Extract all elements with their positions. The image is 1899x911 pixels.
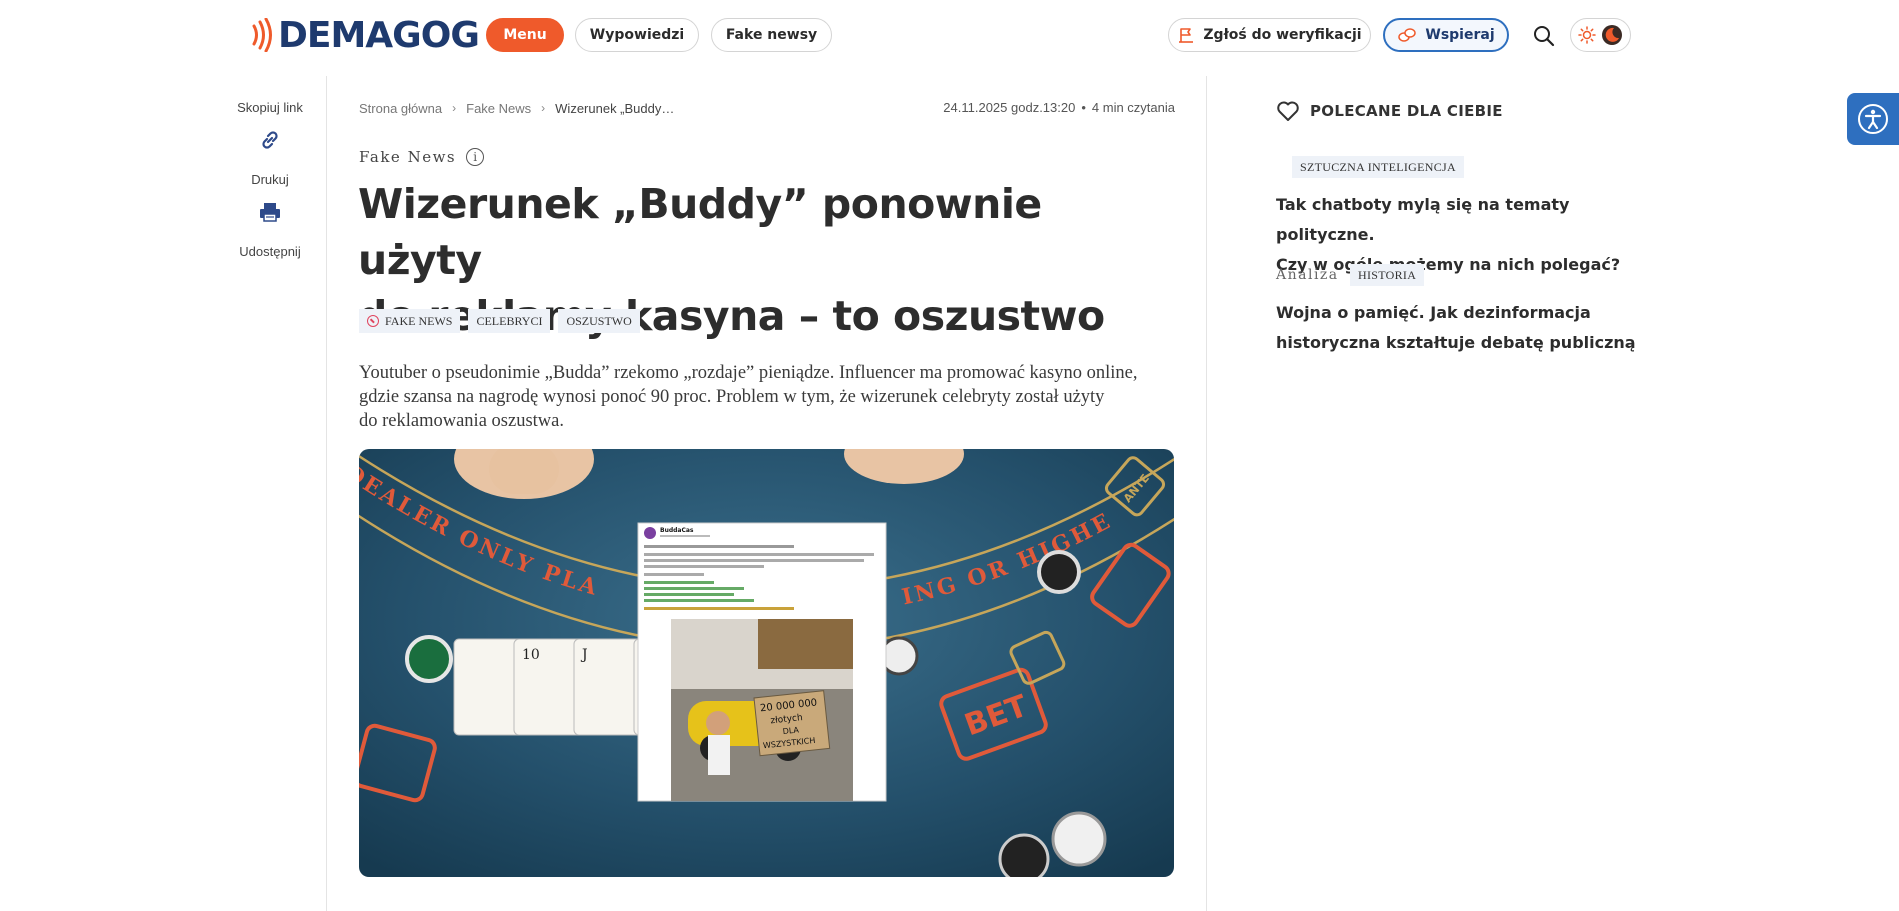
support-button[interactable]: Wspieraj: [1383, 18, 1509, 52]
share-label[interactable]: Udostępnij: [200, 244, 340, 259]
rec-title-line-2: historyczna kształtuje debatę publiczną: [1276, 333, 1636, 352]
link-icon: [262, 131, 278, 149]
rec-tag[interactable]: HISTORIA: [1350, 264, 1425, 286]
search-icon: [1534, 26, 1555, 47]
coins-icon: [1398, 28, 1417, 42]
lead-line-1: Youtuber o pseudonimie „Budda” rzekomo „…: [359, 363, 1138, 383]
svg-text:10: 10: [522, 647, 540, 663]
accessibility-button[interactable]: [1847, 93, 1899, 145]
print-button[interactable]: [256, 198, 284, 226]
search-button[interactable]: [1530, 22, 1558, 50]
breadcrumb-section[interactable]: Fake News: [466, 101, 531, 116]
read-time: 4 min czytania: [1091, 100, 1175, 115]
menu-button[interactable]: Menu: [486, 18, 564, 52]
copy-link-button[interactable]: [256, 126, 284, 154]
article-section: Fake News i: [359, 148, 485, 166]
breadcrumb: Strona główna › Fake News › Wizerunek „B…: [359, 100, 674, 116]
section-label[interactable]: Fake News: [359, 148, 456, 166]
report-button-label: Zgłoś do weryfikacji: [1203, 27, 1362, 43]
article-meta: 24.11.2025 godz.13:20 • 4 min czytania: [900, 100, 1175, 116]
lead-line-2: gdzie szansa na nagrodę wynosi ponoć 90 …: [359, 387, 1105, 407]
moon-icon[interactable]: [1601, 24, 1623, 46]
publish-date: 24.11.2025 godz.13:20: [943, 100, 1076, 115]
breadcrumb-home[interactable]: Strona główna: [359, 101, 442, 116]
rec-type: Analiza: [1276, 267, 1339, 283]
tag-fake-news[interactable]: FAKE NEWS: [359, 309, 461, 333]
recommended-heading: POLECANE DLA CIEBIE: [1276, 100, 1503, 122]
hero-image: DEALER ONLY PLA ING OR HIGHE 10 J Q BET: [359, 449, 1174, 877]
post-author: BuddaCas: [660, 527, 694, 534]
print-label[interactable]: Drukuj: [200, 172, 340, 187]
fake-news-icon: [367, 315, 379, 327]
rec-title-line-1: Wojna o pamięć. Jak dezinformacja: [1276, 303, 1591, 322]
recommended-heading-label: POLECANE DLA CIEBIE: [1310, 102, 1503, 120]
nav-fake-newsy[interactable]: Fake newsy: [711, 18, 832, 52]
sign-line-3: DLA: [782, 725, 800, 736]
info-icon[interactable]: i: [466, 148, 485, 166]
rec-title-line-1: Tak chatboty mylą się na tematy politycz…: [1276, 195, 1570, 244]
site-logo[interactable]: DEMAGOG: [250, 14, 480, 56]
svg-text:J: J: [580, 647, 588, 663]
theme-toggle[interactable]: [1570, 18, 1631, 52]
article-lead: Youtuber o pseudonimie „Budda” rzekomo „…: [359, 361, 1179, 433]
site-header: DEMAGOG Menu Wypowiedzi Fake newsy Zgłoś…: [0, 0, 1899, 70]
article-tags: FAKE NEWS CELEBRYCI OSZUSTWO: [359, 309, 640, 333]
lead-line-3: do reklamowania oszustwa.: [359, 411, 564, 431]
meta-separator: •: [1081, 100, 1086, 115]
scam-post-screenshot: BuddaCas 20 000 000 złotych DLA WSZYSTKI…: [637, 522, 887, 802]
chevron-right-icon: ›: [452, 101, 457, 115]
tag-label: FAKE NEWS: [385, 313, 453, 328]
logo-waves-icon: [252, 18, 272, 52]
left-divider: [326, 76, 327, 911]
report-button[interactable]: Zgłoś do weryfikacji: [1168, 18, 1371, 52]
accessibility-icon: [1858, 104, 1888, 134]
tag-celebryci[interactable]: CELEBRYCI: [468, 309, 551, 333]
support-button-label: Wspieraj: [1425, 27, 1495, 43]
tag-oszustwo[interactable]: OSZUSTWO: [558, 309, 640, 333]
rec-tag[interactable]: SZTUCZNA INTELIGENCJA: [1292, 156, 1464, 178]
breadcrumb-current: Wizerunek „Buddy…: [555, 100, 675, 116]
title-line-1: Wizerunek „Buddy” ponownie użyty: [358, 180, 1042, 284]
hero-illustration: DEALER ONLY PLA ING OR HIGHE 10 J Q BET: [359, 449, 1174, 877]
logo-text: DEMAGOG: [278, 14, 480, 56]
rec-item-title[interactable]: Wojna o pamięć. Jak dezinformacja histor…: [1276, 298, 1636, 358]
report-icon: [1179, 28, 1194, 43]
print-icon: [260, 203, 280, 222]
nav-wypowiedzi[interactable]: Wypowiedzi: [575, 18, 699, 52]
heart-icon: [1277, 101, 1299, 121]
copy-link-label[interactable]: Skopiuj link: [200, 100, 340, 115]
sun-icon[interactable]: [1578, 26, 1596, 44]
right-divider: [1206, 76, 1207, 911]
chevron-right-icon: ›: [541, 101, 546, 115]
